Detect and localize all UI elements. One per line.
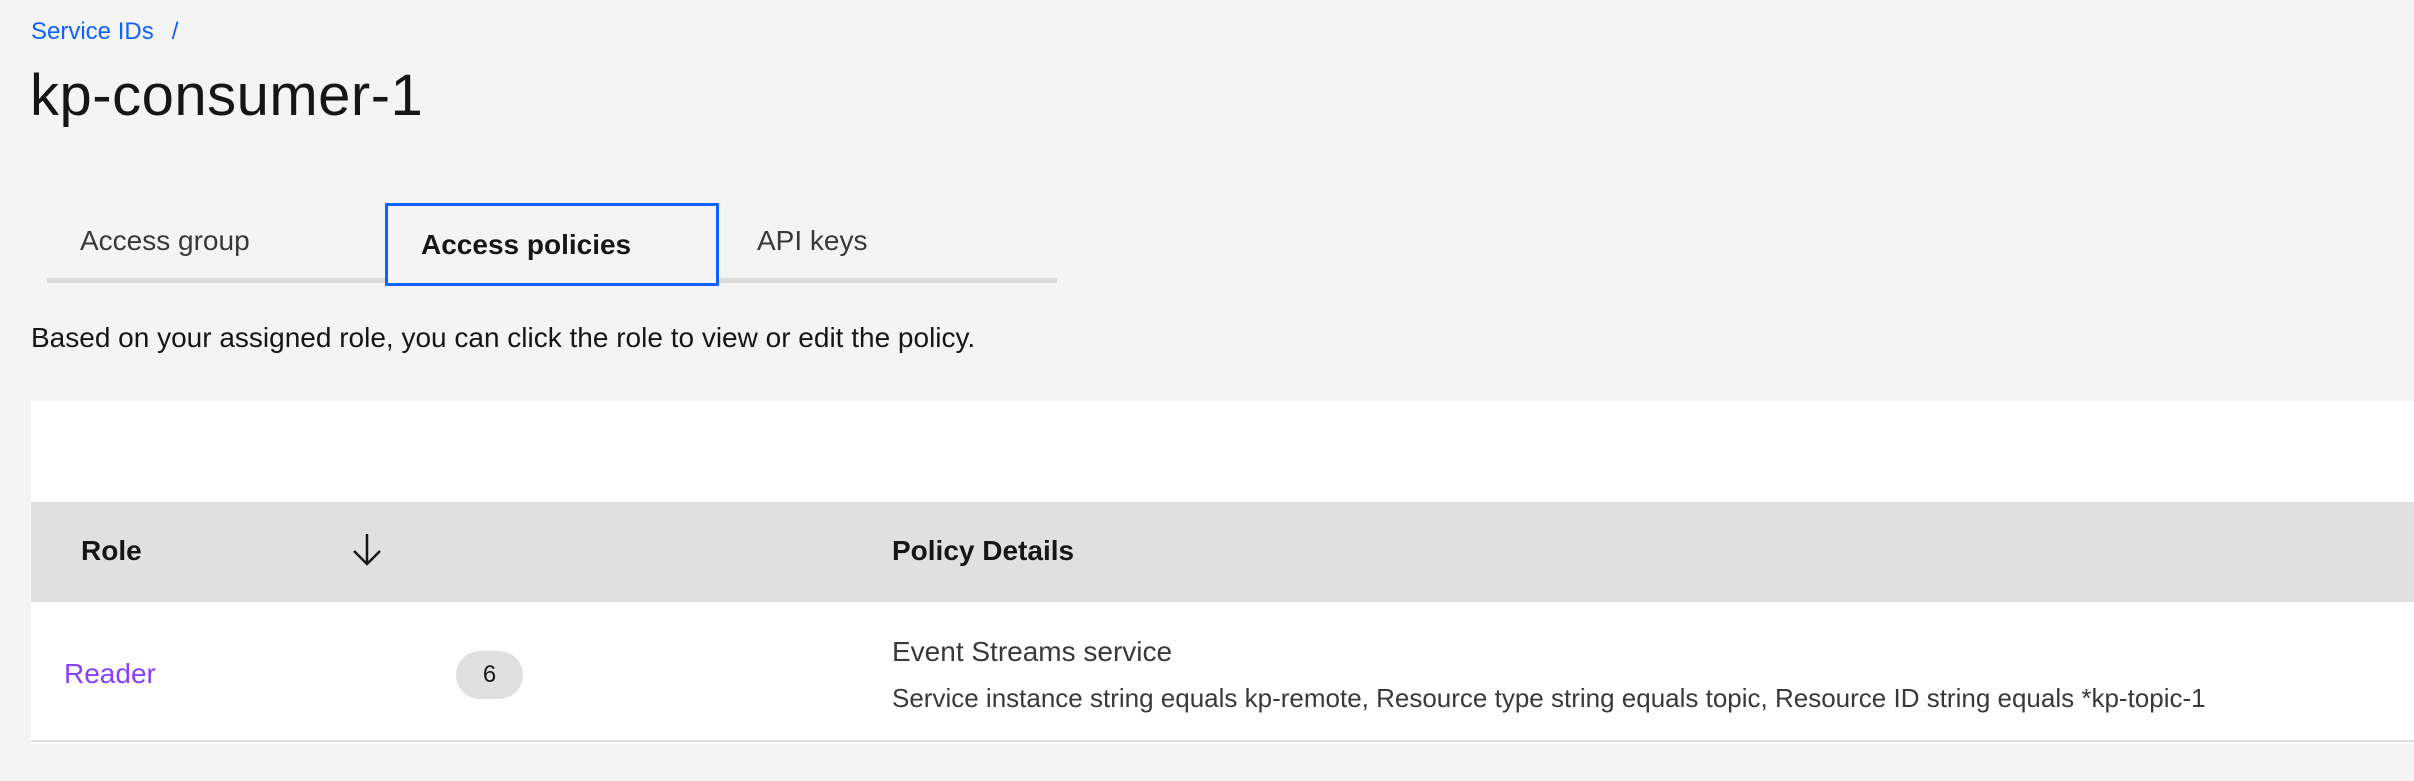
tab-access-group-label: Access group (80, 224, 250, 256)
breadcrumb: Service IDs / (31, 18, 178, 46)
tab-access-group[interactable]: Access group (47, 203, 385, 283)
table-row: Reader 6 Event Streams service Service i… (31, 602, 2414, 742)
policies-table: Role Policy Details Reader 6 Event Strea… (31, 401, 2414, 744)
tab-list: Access group Access policies API keys (47, 203, 1057, 286)
table-header: Role Policy Details (31, 502, 2414, 602)
arrow-down-icon[interactable] (348, 530, 386, 570)
breadcrumb-separator: / (171, 18, 179, 45)
role-count-tag: 6 (456, 651, 523, 699)
tab-access-policies[interactable]: Access policies (385, 203, 719, 286)
policy-service-name: Event Streams service (892, 636, 1173, 667)
role-link-reader[interactable]: Reader (64, 658, 156, 690)
tab-api-keys-label: API keys (757, 224, 868, 256)
column-header-role[interactable]: Role (81, 535, 142, 567)
column-header-policy-details: Policy Details (892, 535, 1075, 566)
tab-api-keys[interactable]: API keys (719, 203, 1057, 283)
policy-details-text: Service instance string equals kp-remote… (892, 683, 2206, 713)
page-title: kp-consumer-1 (30, 63, 424, 128)
tab-access-policies-label: Access policies (421, 228, 632, 260)
breadcrumb-service-ids-link[interactable]: Service IDs (31, 18, 154, 46)
table-toolbar (31, 401, 2414, 502)
instructions-text: Based on your assigned role, you can cli… (31, 322, 976, 353)
